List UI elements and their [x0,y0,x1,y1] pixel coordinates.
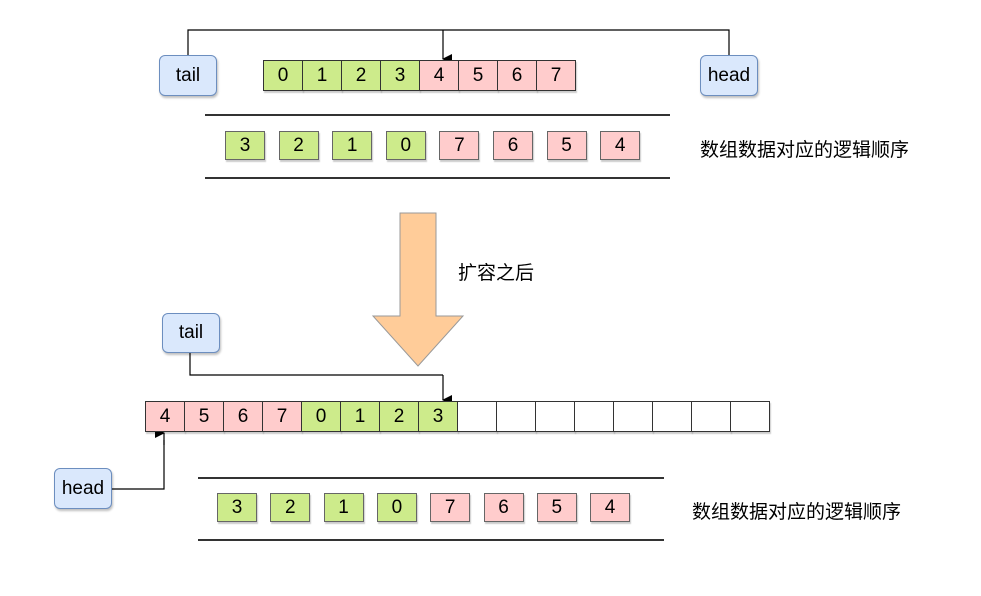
logical-item: 4 [590,493,631,522]
logical-item: 0 [376,493,417,522]
array-cell: 3 [380,60,420,91]
logical-item: 3 [217,493,257,522]
tail-pointer-bottom: tail [162,313,220,353]
logical-item: 6 [493,131,533,160]
divider-top-1 [205,114,670,116]
array-cell-empty [730,401,770,432]
head-pointer-top: head [700,55,758,96]
logical-item: 5 [536,493,577,522]
array-cell: 1 [340,401,380,432]
array-cell-empty [574,401,614,432]
array-before: 01234567 [263,60,576,91]
logical-item: 1 [323,493,364,522]
logical-item: 2 [278,131,319,160]
logical-item: 4 [600,131,641,160]
array-cell: 2 [379,401,419,432]
array-cell: 3 [418,401,458,432]
array-cell: 5 [184,401,224,432]
caption-before: 数组数据对应的逻辑顺序 [700,139,910,161]
array-cell: 0 [301,401,341,432]
divider-top-2 [205,177,670,179]
tail-connector-top [187,29,730,55]
logical-item: 1 [332,131,373,160]
logical-item: 7 [439,131,480,160]
array-cell: 2 [341,60,381,91]
logical-item: 2 [270,493,311,522]
array-after: 45670123 [145,401,770,432]
logical-item: 5 [546,131,587,160]
divider-bottom-2 [198,539,664,541]
array-cell: 6 [497,60,537,91]
transition-label: 扩容之后 [458,262,535,284]
array-cell-empty [613,401,653,432]
array-cell: 5 [458,60,498,91]
array-cell-empty [535,401,575,432]
array-cell: 7 [536,60,576,91]
array-cell: 1 [302,60,342,91]
array-cell: 4 [419,60,459,91]
logical-item: 0 [385,131,426,160]
divider-bottom-1 [198,477,664,479]
tail-connector-bottom [189,352,443,376]
array-cell-empty [652,401,692,432]
tail-pointer-top: tail [159,55,217,96]
array-cell: 6 [223,401,263,432]
expand-arrow-icon [371,212,465,367]
logical-item: 7 [430,493,471,522]
array-cell-empty [691,401,731,432]
logical-item: 6 [483,493,524,522]
array-cell-empty [496,401,536,432]
head-connector-bottom [111,440,165,490]
head-pointer-bottom: head [54,468,112,509]
array-cell: 7 [262,401,302,432]
array-cell-empty [457,401,497,432]
array-cell: 0 [263,60,303,91]
caption-after: 数组数据对应的逻辑顺序 [692,501,902,523]
logical-item: 3 [225,131,265,160]
array-cell: 4 [145,401,185,432]
